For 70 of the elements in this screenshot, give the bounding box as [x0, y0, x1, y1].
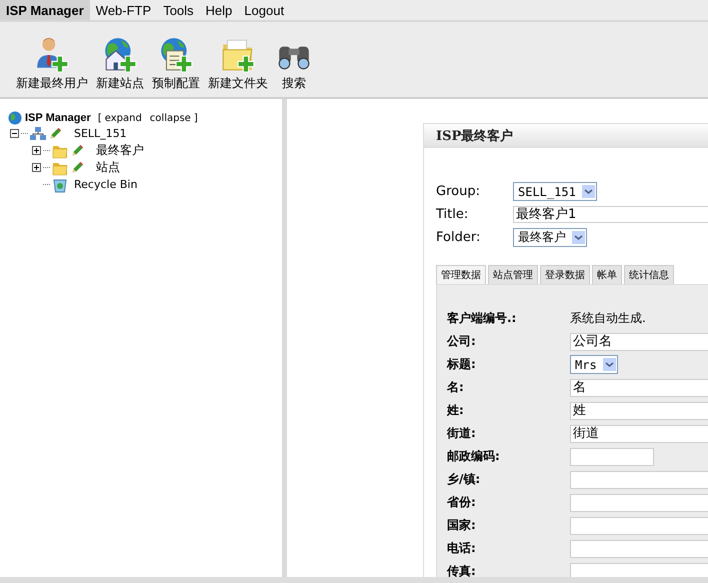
dropdown[interactable]: Mrs	[570, 355, 618, 374]
tab[interactable]: 站点管理	[488, 265, 538, 284]
field-label: Group:	[436, 184, 481, 199]
pencil-icon[interactable]	[48, 126, 62, 140]
menu-item[interactable]: Logout	[238, 0, 290, 20]
toolbar-button[interactable]: 新建最终用户	[12, 22, 92, 92]
dropdown[interactable]: SELL_151	[513, 182, 597, 201]
globe-document-add-icon	[158, 36, 194, 72]
collapse-link[interactable]: collapse	[150, 112, 191, 124]
menu-item[interactable]: Tools	[157, 0, 200, 20]
globe-house-add-icon	[102, 36, 138, 72]
dropdown[interactable]: 最终客户	[513, 228, 587, 247]
network-icon	[30, 126, 46, 142]
tree-item[interactable]: 最终客户	[96, 142, 144, 159]
pencil-icon[interactable]	[70, 144, 84, 158]
caret-icon	[572, 231, 585, 244]
pencil-icon[interactable]	[70, 160, 84, 174]
bracket: [	[98, 112, 102, 124]
tree-item[interactable]: SELL_151	[74, 127, 127, 140]
trash-bin-icon	[52, 176, 68, 192]
input-field[interactable]	[570, 562, 708, 577]
field-label: Folder:	[436, 230, 482, 245]
menu-item[interactable]: Web-FTP	[90, 0, 158, 20]
menu-item[interactable]: ISP Manager	[0, 0, 90, 20]
expand-toggle[interactable]	[32, 146, 41, 155]
tab[interactable]: 登录数据	[540, 265, 590, 284]
expand-toggle[interactable]	[32, 163, 41, 172]
user-add-icon	[34, 36, 70, 72]
toolbar-button[interactable]: 预制配置	[148, 22, 204, 92]
caret-icon	[602, 358, 616, 371]
field-label: 公司:	[447, 333, 477, 350]
input-field[interactable]	[570, 470, 708, 488]
input-field[interactable]: 名	[570, 378, 708, 396]
menu-item[interactable]: Help	[200, 0, 238, 20]
tab[interactable]: 管理数据	[436, 265, 486, 284]
globe-icon	[8, 111, 22, 125]
field-label: 名:	[447, 379, 465, 396]
tree-item[interactable]: 站点	[96, 159, 120, 176]
field-label: 乡/镇:	[447, 471, 482, 488]
input-field[interactable]: 公司名	[570, 332, 708, 350]
input-field[interactable]	[570, 540, 708, 558]
bracket: ]	[194, 112, 198, 124]
field-label: 街道:	[447, 425, 477, 442]
field-value: 系统自动生成.	[570, 310, 646, 327]
field-label: 邮政编码:	[447, 448, 501, 465]
toolbar-button[interactable]: 新建站点	[92, 22, 148, 92]
toolbar-button[interactable]: 搜索	[272, 22, 316, 92]
field-label: 省份:	[447, 494, 477, 511]
toolbar-button[interactable]: 新建文件夹	[204, 22, 272, 92]
field-label: 电话:	[447, 540, 477, 557]
input-field[interactable]: 最终客户1	[513, 206, 708, 223]
input-field[interactable]	[570, 494, 708, 512]
panel-title: ISP最终客户	[423, 123, 708, 148]
input-field[interactable]: 街道	[570, 424, 708, 442]
tab[interactable]: 帐单	[592, 265, 622, 284]
field-label: 国家:	[447, 517, 477, 534]
input-field[interactable]: 姓	[570, 402, 708, 420]
input-field[interactable]	[570, 448, 654, 466]
tab[interactable]: 统计信息	[624, 265, 674, 284]
expand-link[interactable]: expand	[104, 112, 142, 124]
field-label: 姓:	[447, 402, 465, 419]
caret-icon	[582, 185, 595, 198]
field-label: Title:	[436, 207, 470, 222]
input-field[interactable]	[570, 516, 708, 534]
tree-item[interactable]: Recycle Bin	[74, 178, 138, 191]
tree-title: ISP Manager	[25, 112, 91, 124]
field-label: 标题:	[447, 356, 477, 373]
expand-toggle[interactable]	[10, 129, 19, 138]
field-label: 客户端编号.:	[447, 310, 518, 327]
field-label: 传真:	[447, 563, 477, 577]
